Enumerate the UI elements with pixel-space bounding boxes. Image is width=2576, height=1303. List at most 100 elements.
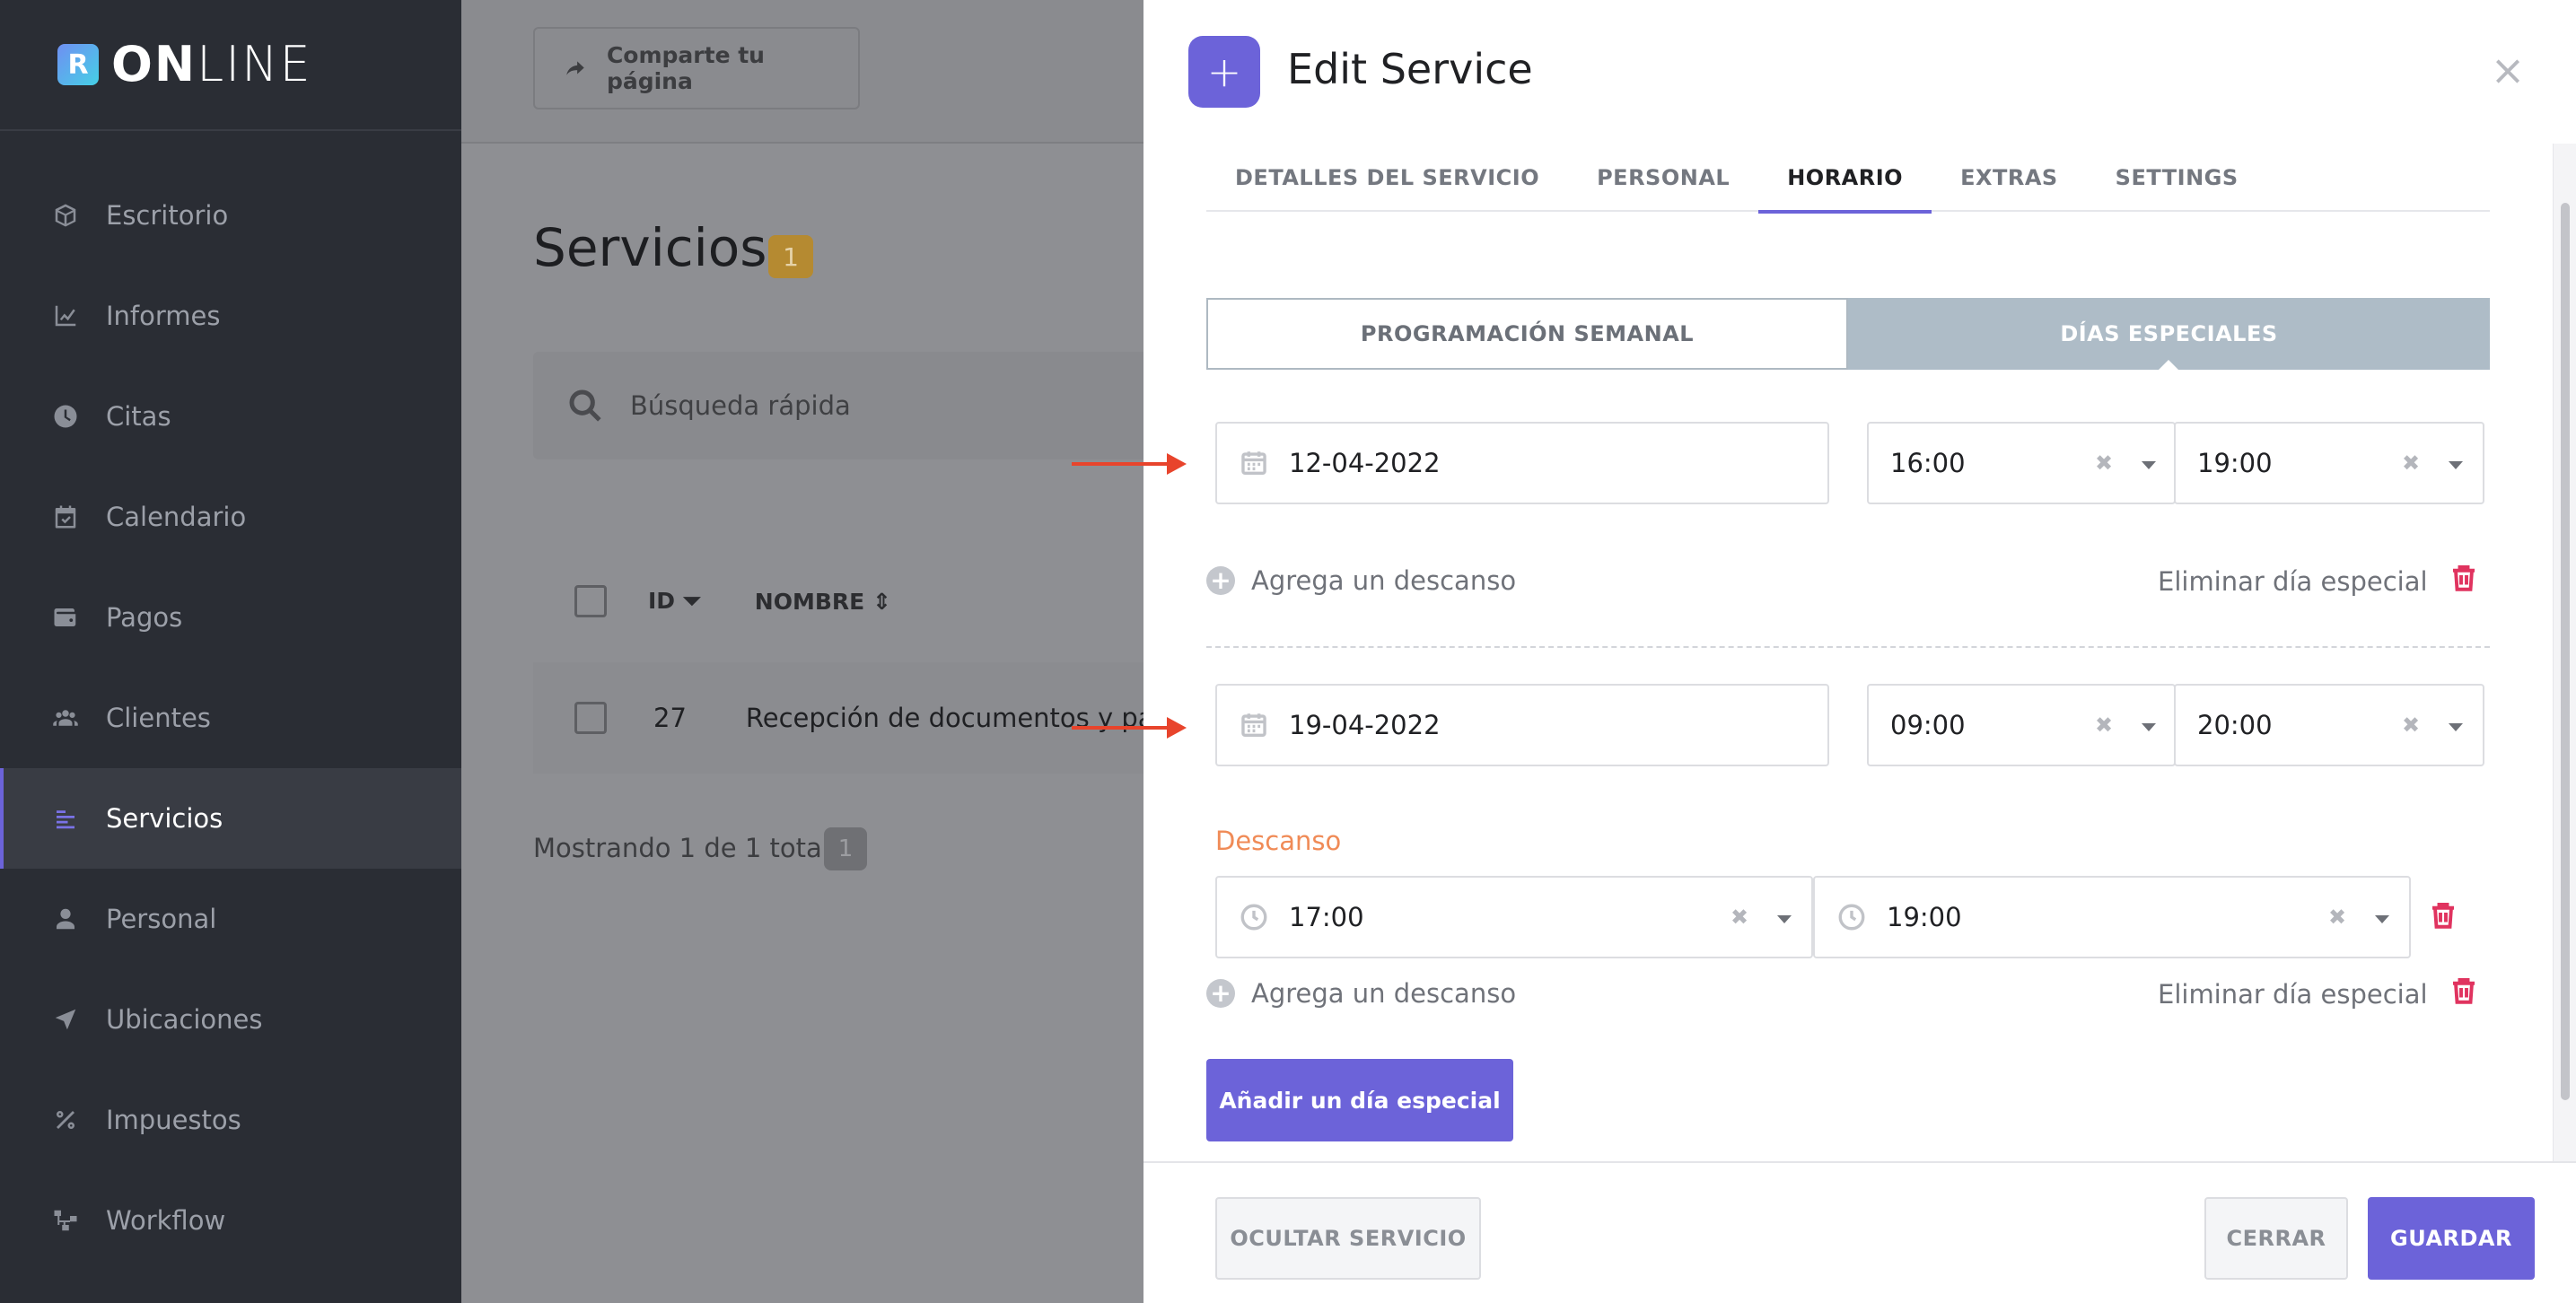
chevron-down-icon[interactable] xyxy=(2142,723,2156,731)
sidebar-item-label: Clientes xyxy=(106,703,211,733)
close-icon[interactable]: × xyxy=(2490,49,2526,91)
user-icon xyxy=(52,905,79,932)
special-day-end-time-select[interactable]: 19:00 ✖ xyxy=(2174,422,2484,504)
pagination-count-badge: 1 xyxy=(824,827,867,870)
sidebar-item-label: Workflow xyxy=(106,1205,226,1236)
add-break-link[interactable]: + Agrega un descanso xyxy=(1206,978,1516,1009)
top-bar: Comparte tu página xyxy=(461,0,1143,144)
sidebar-item-servicios[interactable]: Servicios xyxy=(0,768,461,869)
tab-settings[interactable]: SETTINGS xyxy=(2087,144,2267,212)
sidebar: R ONLINE Escritorio Informes Citas Calen… xyxy=(0,0,461,1303)
calendar-icon xyxy=(1239,710,1269,740)
sidebar-item-calendario[interactable]: Calendario xyxy=(0,467,461,567)
sidebar-divider xyxy=(0,129,461,131)
plus-circle-icon: + xyxy=(1206,566,1235,595)
brand-mark: R xyxy=(57,44,99,85)
clock-icon xyxy=(52,403,79,430)
chevron-down-icon[interactable] xyxy=(2375,915,2389,923)
sidebar-item-clientes[interactable]: Clientes xyxy=(0,668,461,768)
add-special-day-button[interactable]: Añadir un día especial xyxy=(1206,1059,1513,1141)
tab-detalles-del-servicio[interactable]: DETALLES DEL SERVICIO xyxy=(1206,144,1568,212)
break-end-value: 19:00 xyxy=(1887,902,1962,932)
break-start-time-select[interactable]: 17:00 ✖ xyxy=(1215,876,1813,958)
clear-icon[interactable]: ✖ xyxy=(2402,713,2420,738)
tab-horario[interactable]: HORARIO xyxy=(1758,144,1932,214)
percent-icon xyxy=(52,1106,79,1133)
sidebar-item-impuestos[interactable]: Impuestos xyxy=(0,1070,461,1170)
special-day-date-input[interactable]: 12-04-2022 xyxy=(1215,422,1829,504)
clear-icon[interactable]: ✖ xyxy=(2095,450,2113,476)
break-label: Descanso xyxy=(1215,826,1342,856)
sidebar-item-informes[interactable]: Informes xyxy=(0,266,461,366)
search-input[interactable]: Búsqueda rápida xyxy=(533,352,1143,459)
table-row[interactable]: 27 Recepción de documentos y pa xyxy=(533,662,1143,774)
break-end-time-select[interactable]: 19:00 ✖ xyxy=(1813,876,2411,958)
end-time-value: 20:00 xyxy=(2197,710,2273,740)
column-header-id[interactable]: ID ⏷ xyxy=(648,588,701,615)
calendar-check-icon xyxy=(52,503,79,530)
wallet-icon xyxy=(52,604,79,631)
sidebar-item-citas[interactable]: Citas xyxy=(0,366,461,467)
drawer-title: Edit Service xyxy=(1287,45,1533,93)
column-header-name[interactable]: NOMBRE ⇕ xyxy=(755,589,891,615)
weekly-schedule-button[interactable]: PROGRAMACIÓN SEMANAL xyxy=(1206,298,1848,370)
clear-icon[interactable]: ✖ xyxy=(1730,905,1748,930)
page-count-badge: 1 xyxy=(768,235,813,278)
chevron-down-icon[interactable] xyxy=(2449,461,2463,469)
column-header-name-label: NOMBRE xyxy=(754,588,865,615)
sidebar-item-label: Ubicaciones xyxy=(106,1004,263,1035)
users-icon xyxy=(52,704,79,731)
remove-special-day-link[interactable]: Eliminar día especial xyxy=(2158,975,2480,1013)
special-day-start-time-select[interactable]: 09:00 ✖ xyxy=(1867,684,2176,766)
list-icon xyxy=(52,805,79,832)
schedule-mode-toggle: PROGRAMACIÓN SEMANAL DÍAS ESPECIALES xyxy=(1206,298,2490,372)
chevron-down-icon[interactable] xyxy=(1777,915,1792,923)
share-page-button[interactable]: Comparte tu página xyxy=(533,27,860,109)
special-day-separator xyxy=(1206,646,2490,648)
brand-name: ONLINE xyxy=(111,40,312,89)
sidebar-item-workflow[interactable]: Workflow xyxy=(0,1170,461,1271)
chevron-down-icon[interactable] xyxy=(2449,723,2463,731)
select-all-checkbox[interactable] xyxy=(574,585,607,617)
clear-icon[interactable]: ✖ xyxy=(2095,713,2113,738)
search-placeholder: Búsqueda rápida xyxy=(630,390,851,421)
special-day-date-input[interactable]: 19-04-2022 xyxy=(1215,684,1829,766)
drawer-scrollbar[interactable] xyxy=(2553,144,2576,1161)
service-tabs: DETALLES DEL SERVICIO PERSONAL HORARIO E… xyxy=(1206,144,2490,214)
tab-extras[interactable]: EXTRAS xyxy=(1932,144,2087,212)
remove-break-trash-icon[interactable] xyxy=(2427,899,2459,935)
page-title: Servicios xyxy=(533,217,767,278)
special-day-end-time-select[interactable]: 20:00 ✖ xyxy=(2174,684,2484,766)
clear-icon[interactable]: ✖ xyxy=(2402,450,2420,476)
trash-icon[interactable] xyxy=(2448,562,2480,600)
sidebar-item-ubicaciones[interactable]: Ubicaciones xyxy=(0,969,461,1070)
special-day-start-time-select[interactable]: 16:00 ✖ xyxy=(1867,422,2176,504)
chart-line-icon xyxy=(52,302,79,329)
tab-personal[interactable]: PERSONAL xyxy=(1568,144,1758,212)
workflow-icon xyxy=(52,1207,79,1234)
special-days-button[interactable]: DÍAS ESPECIALES xyxy=(1848,298,2490,372)
annotation-arrow xyxy=(1072,453,1187,475)
trash-icon[interactable] xyxy=(2448,975,2480,1013)
clear-icon[interactable]: ✖ xyxy=(2328,905,2346,930)
scrollbar-thumb[interactable] xyxy=(2561,203,2570,1100)
sidebar-item-label: Calendario xyxy=(106,502,247,532)
brand-logo[interactable]: R ONLINE xyxy=(57,40,312,89)
share-icon xyxy=(566,61,584,75)
sidebar-item-escritorio[interactable]: Escritorio xyxy=(0,165,461,266)
remove-special-day-link[interactable]: Eliminar día especial xyxy=(2158,562,2480,600)
remove-special-day-label: Eliminar día especial xyxy=(2158,565,2428,597)
sidebar-item-label: Impuestos xyxy=(106,1105,241,1135)
save-button[interactable]: GUARDAR xyxy=(2368,1197,2535,1280)
chevron-down-icon[interactable] xyxy=(2142,461,2156,469)
brand-name-light: LINE xyxy=(197,36,312,92)
sidebar-item-pagos[interactable]: Pagos xyxy=(0,567,461,668)
box-icon xyxy=(52,202,79,229)
close-button[interactable]: CERRAR xyxy=(2204,1197,2348,1280)
sidebar-item-label: Escritorio xyxy=(106,200,229,231)
hide-service-button[interactable]: OCULTAR SERVICIO xyxy=(1215,1197,1481,1280)
row-checkbox[interactable] xyxy=(574,702,607,734)
edit-service-drawer: + Edit Service × DETALLES DEL SERVICIO P… xyxy=(1072,0,2576,1303)
sidebar-item-personal[interactable]: Personal xyxy=(0,869,461,969)
add-break-link[interactable]: + Agrega un descanso xyxy=(1206,565,1516,596)
